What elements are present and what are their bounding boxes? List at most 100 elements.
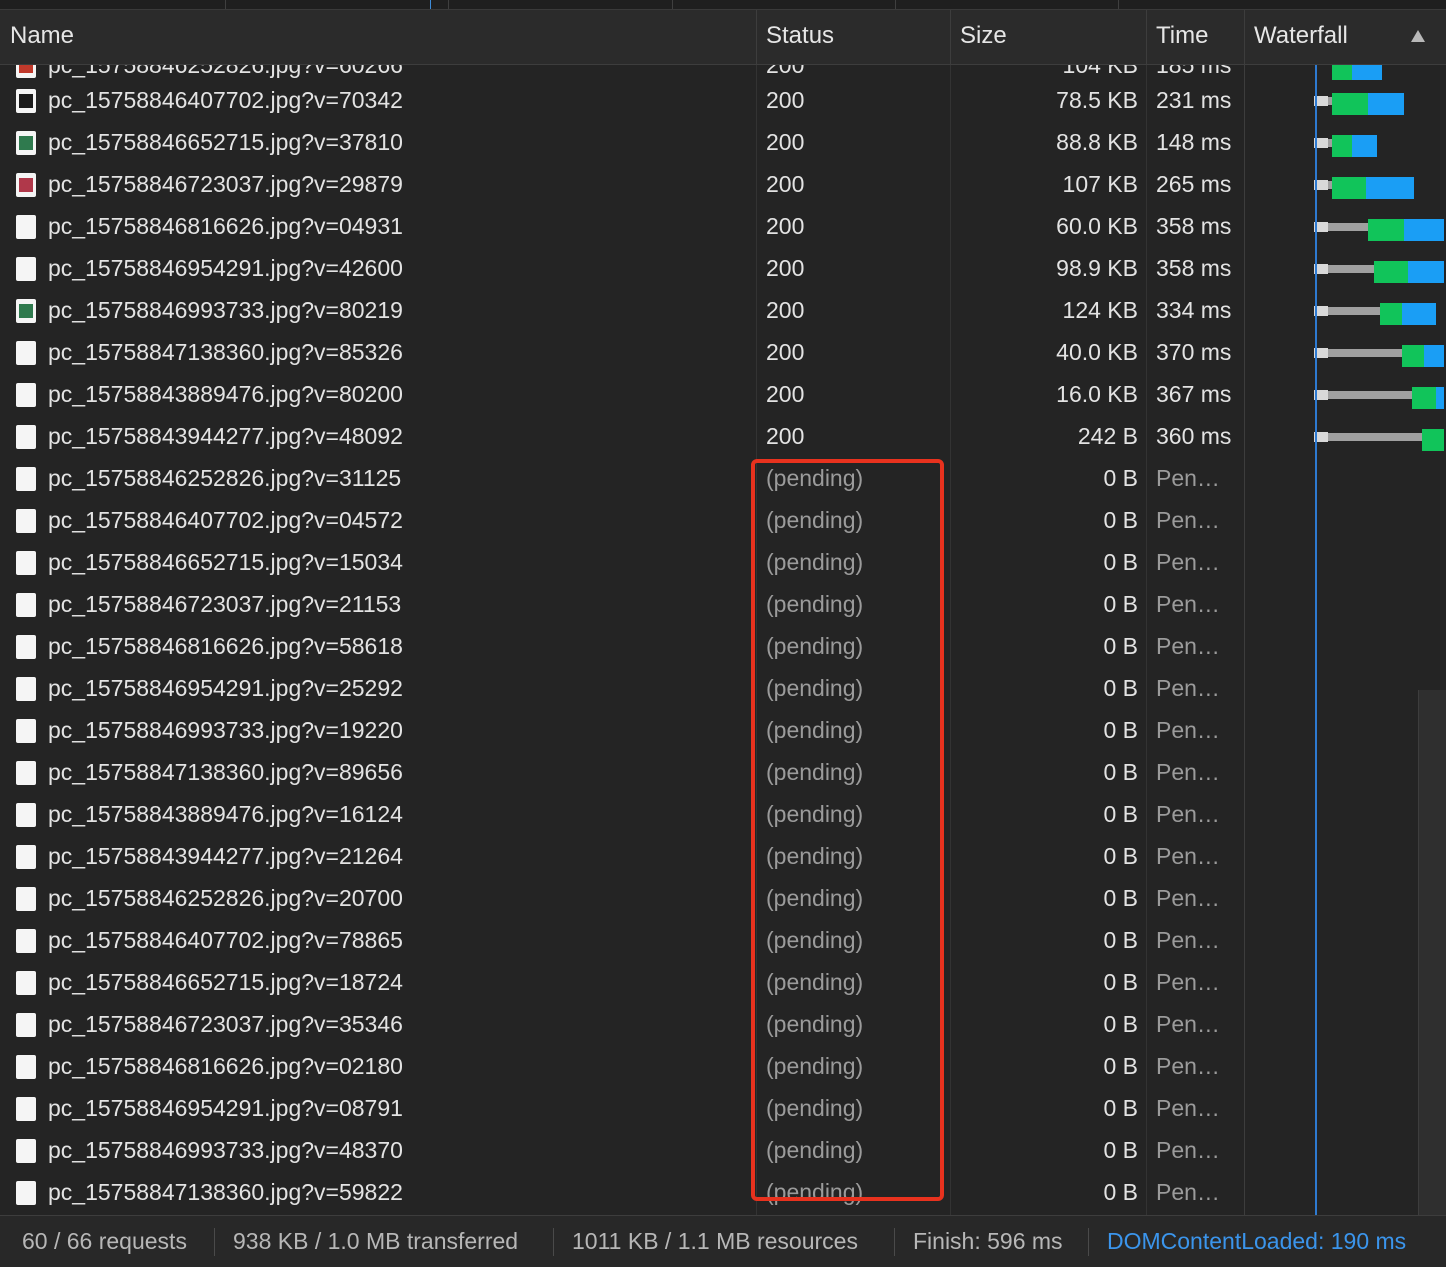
request-name: pc_15758846816626.jpg?v=02180 <box>48 1053 403 1079</box>
table-row[interactable]: pc_15758846252826.jpg?v=20700 (pending) 0 … <box>0 877 1446 919</box>
table-row[interactable]: pc_15758846954291.jpg?v=25292 (pending) 0 … <box>0 667 1446 709</box>
top-tab-strip <box>0 0 1446 10</box>
request-time: 358 ms <box>1156 255 1232 281</box>
table-row[interactable]: pc_15758846407702.jpg?v=70342 200 78.5 KB 2… <box>0 79 1446 121</box>
request-name: pc_15758846723037.jpg?v=29879 <box>48 171 403 197</box>
column-name-header[interactable]: Name <box>0 10 757 64</box>
request-size: 0 B <box>1103 633 1138 659</box>
column-waterfall-header[interactable]: Waterfall <box>1244 10 1404 64</box>
column-size-header[interactable]: Size <box>950 10 1146 64</box>
request-status: (pending) <box>766 507 864 533</box>
request-size: 0 B <box>1103 1179 1138 1205</box>
table-row[interactable]: pc_15758846723037.jpg?v=35346 (pending) 0 … <box>0 1003 1446 1045</box>
request-status: (pending) <box>766 591 864 617</box>
waterfall-download-bar <box>1368 93 1404 115</box>
table-row[interactable]: pc_15758846816626.jpg?v=02180 (pending) 0 … <box>0 1045 1446 1087</box>
request-time: Pen… <box>1156 675 1220 701</box>
column-status-header[interactable]: Status <box>756 10 950 64</box>
column-divider[interactable] <box>756 10 757 64</box>
request-time: Pen… <box>1156 549 1220 575</box>
request-time: 334 ms <box>1156 297 1232 323</box>
image-thumbnail-icon <box>16 299 36 323</box>
blank-file-icon <box>16 341 36 365</box>
request-name: pc_15758847138360.jpg?v=89656 <box>48 759 403 785</box>
domcontentloaded-marker-line <box>1315 65 1317 1215</box>
table-row[interactable]: pc_15758846652715.jpg?v=37810 200 88.8 KB 1… <box>0 121 1446 163</box>
waterfall-stalled-bar <box>1328 307 1380 315</box>
table-row[interactable]: pc_15758847138360.jpg?v=85326 200 40.0 KB 3… <box>0 331 1446 373</box>
column-divider[interactable] <box>1244 10 1245 64</box>
blank-file-icon <box>16 467 36 491</box>
column-time-header[interactable]: Time <box>1146 10 1244 64</box>
request-name: pc_15758846993733.jpg?v=19220 <box>48 717 403 743</box>
request-name: pc_15758843889476.jpg?v=16124 <box>48 801 403 827</box>
request-status: 200 <box>766 297 805 323</box>
table-row[interactable]: pc_15758843889476.jpg?v=16124 (pending) 0 … <box>0 793 1446 835</box>
request-time: 358 ms <box>1156 213 1232 239</box>
request-status: (pending) <box>766 885 864 911</box>
blank-file-icon <box>16 887 36 911</box>
table-row[interactable]: pc_15758843944277.jpg?v=48092 200 242 B 360… <box>0 415 1446 457</box>
request-status: (pending) <box>766 465 864 491</box>
request-name: pc_15758846993733.jpg?v=48370 <box>48 1137 403 1163</box>
request-time: Pen… <box>1156 801 1220 827</box>
table-row[interactable]: pc_15758846816626.jpg?v=58618 (pending) 0 … <box>0 625 1446 667</box>
column-divider[interactable] <box>950 10 951 64</box>
waterfall-ttfb-bar <box>1402 345 1424 367</box>
table-row[interactable]: pc_15758846652715.jpg?v=15034 (pending) 0 … <box>0 541 1446 583</box>
table-row[interactable]: pc_15758846993733.jpg?v=80219 200 124 KB 33… <box>0 289 1446 331</box>
footer-divider <box>553 1228 554 1256</box>
request-time: Pen… <box>1156 1179 1220 1205</box>
table-row[interactable]: pc_15758846407702.jpg?v=04572 (pending) 0 … <box>0 499 1446 541</box>
request-status: (pending) <box>766 549 864 575</box>
request-status: (pending) <box>766 969 864 995</box>
waterfall-ttfb-bar <box>1422 429 1444 451</box>
blank-file-icon <box>16 1013 36 1037</box>
request-size: 40.0 KB <box>1056 339 1138 365</box>
request-size: 16.0 KB <box>1056 381 1138 407</box>
waterfall-stalled-bar <box>1328 223 1368 231</box>
vertical-scrollbar[interactable] <box>1418 690 1446 1215</box>
request-status: 200 <box>766 87 805 113</box>
sort-ascending-icon[interactable] <box>1409 28 1427 44</box>
request-name: pc_15758846816626.jpg?v=58618 <box>48 633 403 659</box>
request-size: 0 B <box>1103 549 1138 575</box>
table-row[interactable]: pc_15758846652715.jpg?v=18724 (pending) 0 … <box>0 961 1446 1003</box>
request-time: 265 ms <box>1156 171 1232 197</box>
table-row[interactable]: pc_15758843889476.jpg?v=80200 200 16.0 KB 3… <box>0 373 1446 415</box>
waterfall-download-bar <box>1404 219 1444 241</box>
request-status: (pending) <box>766 717 864 743</box>
blank-file-icon <box>16 1055 36 1079</box>
table-row[interactable]: pc_15758846993733.jpg?v=48370 (pending) 0 … <box>0 1129 1446 1171</box>
footer-divider <box>1088 1228 1089 1256</box>
table-row[interactable]: pc_15758846954291.jpg?v=08791 (pending) 0 … <box>0 1087 1446 1129</box>
table-row[interactable]: pc_15758846816626.jpg?v=04931 200 60.0 KB 3… <box>0 205 1446 247</box>
table-row[interactable]: pc_15758846993733.jpg?v=19220 (pending) 0 … <box>0 709 1446 751</box>
table-row[interactable]: pc_15758847138360.jpg?v=59822 (pending) 0 … <box>0 1171 1446 1213</box>
request-size: 0 B <box>1103 801 1138 827</box>
request-status: (pending) <box>766 675 864 701</box>
request-status: 200 <box>766 339 805 365</box>
waterfall-download-bar <box>1436 387 1444 409</box>
table-row[interactable]: pc_15758846954291.jpg?v=42600 200 98.9 KB 3… <box>0 247 1446 289</box>
request-name: pc_15758846652715.jpg?v=37810 <box>48 129 403 155</box>
table-row[interactable]: pc_15758847138360.jpg?v=89656 (pending) 0 … <box>0 751 1446 793</box>
request-time: Pen… <box>1156 843 1220 869</box>
table-row[interactable]: pc_15758846723037.jpg?v=21153 (pending) 0 … <box>0 583 1446 625</box>
status-summary-bar: 60 / 66 requests 938 KB / 1.0 MB transfe… <box>0 1215 1446 1267</box>
column-divider[interactable] <box>1146 10 1147 64</box>
request-time: Pen… <box>1156 1137 1220 1163</box>
request-size: 88.8 KB <box>1056 129 1138 155</box>
column-header-row: Name Status Size Time Waterfall <box>0 10 1446 65</box>
request-status: (pending) <box>766 843 864 869</box>
request-name: pc_15758846652715.jpg?v=18724 <box>48 969 403 995</box>
request-size: 0 B <box>1103 675 1138 701</box>
table-row[interactable]: pc_15758846252826.jpg?v=31125 (pending) 0 … <box>0 457 1446 499</box>
table-row[interactable]: pc_15758843944277.jpg?v=21264 (pending) 0 … <box>0 835 1446 877</box>
table-row[interactable]: pc_15758846723037.jpg?v=29879 200 107 KB 26… <box>0 163 1446 205</box>
table-row[interactable]: pc_15758846407702.jpg?v=78865 (pending) 0 … <box>0 919 1446 961</box>
request-size: 0 B <box>1103 843 1138 869</box>
request-status: 200 <box>766 213 805 239</box>
blank-file-icon <box>16 929 36 953</box>
domcontentloaded-time: DOMContentLoaded: 190 ms <box>1107 1228 1407 1254</box>
